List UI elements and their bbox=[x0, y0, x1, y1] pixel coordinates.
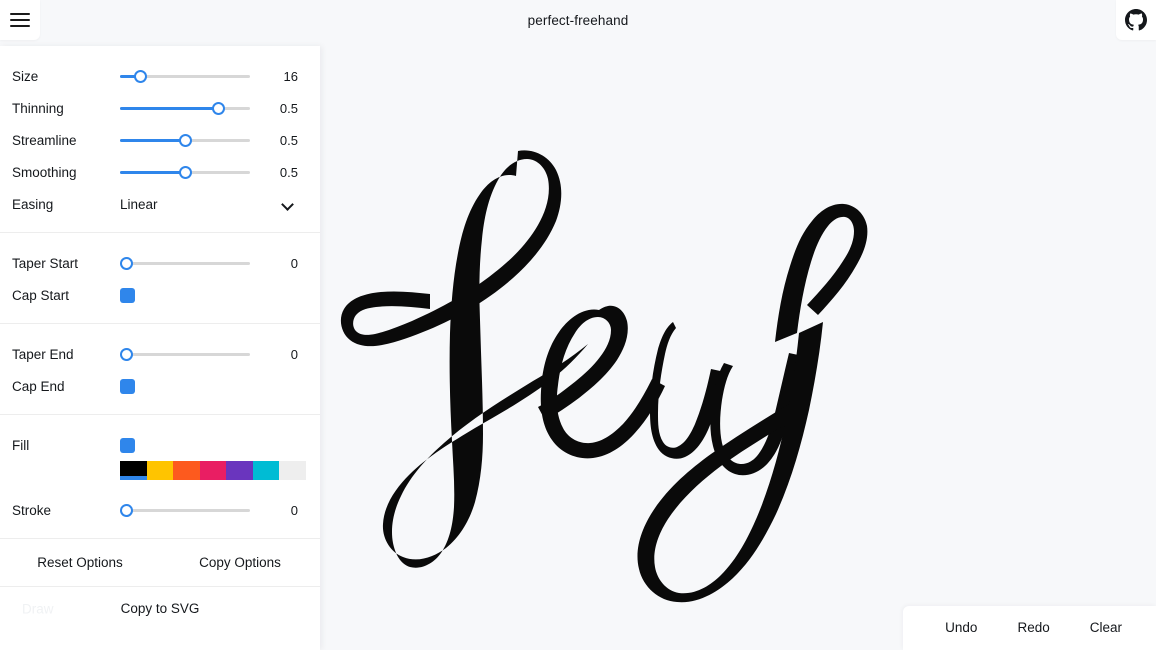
color-swatch-purple[interactable] bbox=[226, 461, 253, 480]
cap-end-checkbox[interactable] bbox=[120, 378, 135, 394]
hamburger-menu-icon bbox=[10, 13, 30, 27]
option-label-stroke: Stroke bbox=[12, 502, 52, 518]
option-label-streamline: Streamline bbox=[12, 132, 77, 148]
canvas-toolbar: Undo Redo Clear bbox=[903, 606, 1156, 650]
thinning-value: 0.5 bbox=[279, 100, 298, 116]
reset-options-button[interactable]: Reset Options bbox=[0, 539, 160, 587]
section-stroke-options: Size 16 Thinning 0.5 Streamline 0.5 Smoo… bbox=[0, 46, 320, 232]
option-row-size: Size 16 bbox=[0, 60, 320, 92]
slider-thumb[interactable] bbox=[179, 166, 192, 179]
panel-actions: Reset Options Copy Options bbox=[0, 538, 320, 586]
panel-bottom-bar: Draw Copy to SVG bbox=[0, 586, 320, 630]
slider-thumb[interactable] bbox=[120, 257, 133, 270]
option-row-taper-start: Taper Start 0 bbox=[0, 247, 320, 279]
stroke-slider[interactable] bbox=[120, 501, 250, 519]
slider-fill bbox=[120, 139, 185, 142]
copy-options-button[interactable]: Copy Options bbox=[160, 539, 320, 587]
taper-start-value: 0 bbox=[290, 255, 298, 271]
color-swatch-orange[interactable] bbox=[173, 461, 200, 480]
taper-end-value: 0 bbox=[290, 346, 298, 362]
slider-thumb[interactable] bbox=[120, 504, 133, 517]
section-start-options: Taper Start 0 Cap Start bbox=[0, 232, 320, 323]
section-end-options: Taper End 0 Cap End bbox=[0, 323, 320, 414]
chevron-down-icon bbox=[282, 200, 294, 208]
color-swatch-black[interactable] bbox=[120, 461, 147, 480]
smoothing-slider[interactable] bbox=[120, 163, 250, 181]
draw-label: Draw bbox=[22, 601, 54, 616]
slider-fill bbox=[120, 107, 218, 110]
size-value: 16 bbox=[283, 68, 298, 84]
option-row-fill: Fill bbox=[0, 429, 320, 461]
streamline-value: 0.5 bbox=[279, 132, 298, 148]
streamline-slider[interactable] bbox=[120, 131, 250, 149]
color-swatch-pink[interactable] bbox=[199, 461, 227, 480]
stroke-value: 0 bbox=[290, 502, 298, 518]
slider-track bbox=[120, 353, 250, 356]
options-panel: Size 16 Thinning 0.5 Streamline 0.5 Smoo… bbox=[0, 46, 320, 650]
option-row-easing: Easing Linear bbox=[0, 188, 320, 220]
option-label-thinning: Thinning bbox=[12, 100, 64, 116]
undo-button[interactable]: Undo bbox=[925, 606, 997, 650]
easing-selected-value: Linear bbox=[120, 196, 158, 212]
taper-start-slider[interactable] bbox=[120, 254, 250, 272]
option-label-fill: Fill bbox=[12, 437, 30, 453]
color-swatch-cyan[interactable] bbox=[252, 461, 280, 480]
github-link-button[interactable] bbox=[1116, 0, 1156, 40]
slider-fill bbox=[120, 171, 185, 174]
github-icon bbox=[1125, 9, 1147, 31]
color-swatch-white[interactable] bbox=[279, 461, 307, 480]
option-label-taper-start: Taper Start bbox=[12, 255, 79, 271]
color-palette bbox=[120, 461, 307, 480]
menu-button[interactable] bbox=[0, 0, 40, 40]
option-row-cap-end: Cap End bbox=[0, 370, 320, 402]
size-slider[interactable] bbox=[120, 67, 250, 85]
option-label-taper-end: Taper End bbox=[12, 346, 74, 362]
redo-button[interactable]: Redo bbox=[997, 606, 1069, 650]
fill-color-swatch[interactable] bbox=[120, 437, 135, 453]
clear-button[interactable]: Clear bbox=[1070, 606, 1142, 650]
slider-thumb[interactable] bbox=[179, 134, 192, 147]
option-row-streamline: Streamline 0.5 bbox=[0, 124, 320, 156]
slider-track bbox=[120, 509, 250, 512]
option-label-smoothing: Smoothing bbox=[12, 164, 77, 180]
option-row-thinning: Thinning 0.5 bbox=[0, 92, 320, 124]
slider-thumb[interactable] bbox=[133, 70, 147, 83]
color-swatch-yellow[interactable] bbox=[146, 461, 174, 480]
option-label-size: Size bbox=[12, 68, 39, 84]
option-row-stroke: Stroke 0 bbox=[0, 494, 320, 526]
option-row-cap-start: Cap Start bbox=[0, 279, 320, 311]
slider-track bbox=[120, 262, 250, 265]
thinning-slider[interactable] bbox=[120, 99, 250, 117]
app-root: perfect-freehand Size 16 Thinning 0.5 St… bbox=[0, 0, 1156, 650]
cap-start-checkbox[interactable] bbox=[120, 287, 135, 303]
option-label-easing: Easing bbox=[12, 196, 54, 212]
taper-end-slider[interactable] bbox=[120, 345, 250, 363]
option-row-taper-end: Taper End 0 bbox=[0, 338, 320, 370]
color-palette-row bbox=[0, 461, 320, 480]
easing-select[interactable]: Linear bbox=[120, 197, 308, 212]
smoothing-value: 0.5 bbox=[279, 164, 298, 180]
option-label-cap-end: Cap End bbox=[12, 378, 65, 394]
option-row-smoothing: Smoothing 0.5 bbox=[0, 156, 320, 188]
slider-thumb[interactable] bbox=[211, 102, 225, 115]
option-label-cap-start: Cap Start bbox=[12, 287, 70, 303]
section-appearance-options: Fill Stroke 0 bbox=[0, 414, 320, 538]
slider-thumb[interactable] bbox=[120, 348, 133, 361]
